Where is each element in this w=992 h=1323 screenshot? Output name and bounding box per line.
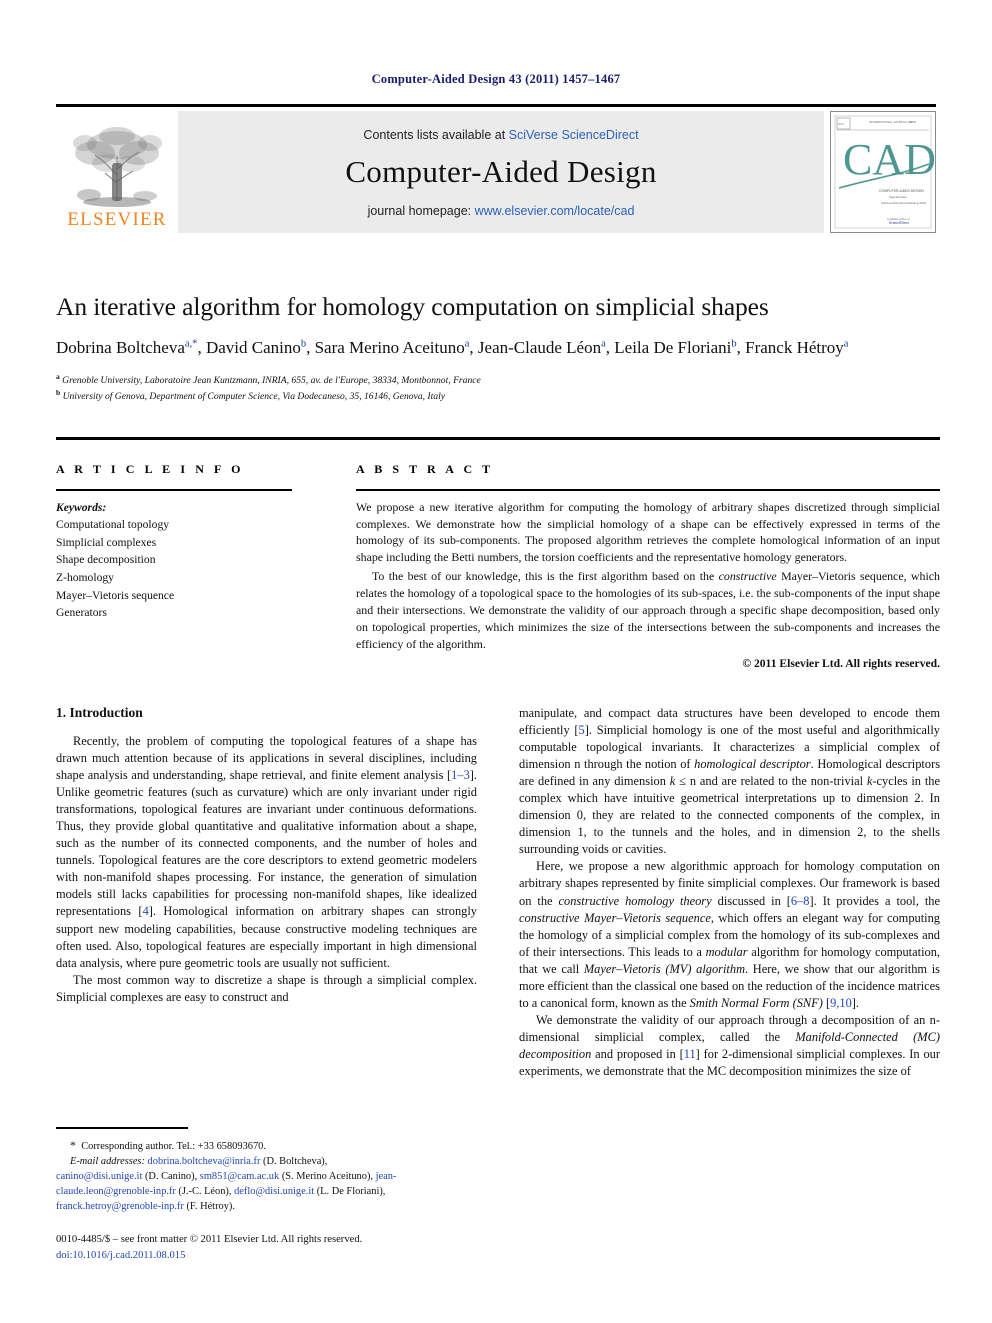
author-mark: a [843, 338, 849, 350]
info-abstract-area: A R T I C L E I N F O Keywords: Computat… [56, 452, 940, 672]
email-link[interactable]: canino@disi.unige.it [56, 1171, 142, 1182]
author-mark: a [464, 338, 470, 350]
abstract-rights: © 2011 Elsevier Ltd. All rights reserved… [742, 656, 940, 670]
abstract-column: A B S T R A C T We propose a new iterati… [302, 452, 940, 672]
email-link[interactable]: sm851@cam.ac.uk [200, 1171, 279, 1182]
author: Jean-Claude Léona [477, 338, 606, 358]
keyword-item: Simplicial complexes [56, 535, 157, 549]
author: David Caninob [205, 338, 307, 358]
author-mark: b [300, 338, 307, 350]
doi-prefix: doi: [56, 1249, 73, 1261]
citation-ref[interactable]: 9,10 [830, 996, 852, 1010]
abstract-paragraph: To the best of our knowledge, this is th… [356, 569, 940, 651]
citation-ref[interactable]: 6–8 [791, 894, 810, 908]
paragraph: Recently, the problem of computing the t… [56, 734, 477, 970]
author-mark: a,* [184, 338, 198, 350]
svg-text:Solid and Physical Modeling 20: Solid and Physical Modeling 2010 [881, 201, 926, 205]
paper-title: An iterative algorithm for homology comp… [56, 292, 769, 321]
author-mark: b [731, 338, 737, 350]
svg-text:COMPUTER-AIDED DESIGN: COMPUTER-AIDED DESIGN [879, 189, 924, 193]
author-list: Dobrina Boltchevaa,*, David Caninob, Sar… [56, 338, 849, 358]
elsevier-logo: ELSEVIER [56, 111, 178, 233]
title-block: An iterative algorithm for homology comp… [56, 292, 940, 404]
svg-text:ScienceDirect: ScienceDirect [889, 221, 909, 225]
author: Franck Hétroya [745, 338, 849, 358]
issn-copyright-line: 0010-4485/$ – see front matter © 2011 El… [56, 1234, 363, 1245]
homepage-prefix: journal homepage: [367, 204, 475, 218]
citation-ref[interactable]: 11 [684, 1047, 696, 1061]
svg-text:Special issue: Special issue [889, 195, 907, 199]
affiliation: b University of Genova, Department of Co… [56, 388, 445, 403]
keyword-item: Shape decomposition [56, 553, 156, 567]
paragraph: We demonstrate the validity of our appro… [519, 1012, 940, 1078]
body-columns: 1. Introduction Recently, the problem of… [56, 705, 940, 1080]
abstract-rule [356, 489, 940, 491]
author: Leila De Florianib [614, 338, 737, 358]
elsevier-tree-icon [73, 127, 162, 207]
affiliation-list: a Grenoble University, Laboratoire Jean … [56, 372, 940, 404]
footnote-separator-rule [56, 1127, 188, 1129]
email-addresses-continued: canino@disi.unige.it (D. Canino), sm851@… [56, 1171, 397, 1213]
sciencedirect-link[interactable]: SciVerse ScienceDirect [509, 128, 639, 142]
cad-cover-art: ELS INTERNATIONAL JOURNAL OF ISSN CAD CO… [831, 112, 935, 232]
svg-text:ELS: ELS [838, 122, 844, 126]
article-info-column: A R T I C L E I N F O Keywords: Computat… [56, 452, 302, 672]
masthead-center-band: Contents lists available at SciVerse Sci… [178, 111, 824, 233]
paragraph: manipulate, and compact data structures … [519, 706, 941, 857]
email-label: E-mail addresses: [70, 1155, 145, 1167]
elsevier-wordmark: ELSEVIER [67, 209, 167, 230]
running-head: Computer-Aided Design 43 (2011) 1457–146… [371, 72, 621, 86]
body-column-right: manipulate, and compact data structures … [519, 705, 940, 1080]
masthead-top-rule [56, 104, 936, 107]
abstract-paragraph: We propose a new iterative algorithm for… [356, 499, 940, 565]
body-column-left: 1. Introduction Recently, the problem of… [56, 705, 477, 1080]
doi-line: doi:10.1016/j.cad.2011.08.015 [56, 1248, 506, 1264]
citation-ref[interactable]: 1–3 [451, 768, 470, 782]
svg-text:CAD: CAD [843, 135, 935, 184]
keyword-item: Z-homology [56, 571, 114, 585]
journal-cover-thumbnail: ELS INTERNATIONAL JOURNAL OF ISSN CAD CO… [830, 111, 936, 233]
contents-lists-line: Contents lists available at SciVerse Sci… [363, 128, 638, 142]
keywords-label: Keywords: [56, 500, 107, 514]
article-info-heading: A R T I C L E I N F O [56, 462, 245, 476]
journal-homepage-link[interactable]: www.elsevier.com/locate/cad [475, 204, 635, 218]
keyword-item: Generators [56, 606, 107, 620]
keywords-list: Keywords: Computational topology Simplic… [56, 499, 292, 622]
footnote-area: * Corresponding author. Tel.: +33 658093… [56, 1127, 477, 1214]
author-mark: a [601, 338, 606, 350]
section-heading-introduction: 1. Introduction [56, 705, 143, 720]
imprint-block: 0010-4485/$ – see front matter © 2011 El… [56, 1232, 506, 1264]
info-separator-rule [56, 437, 940, 440]
abstract-heading: A B S T R A C T [356, 462, 494, 476]
keyword-item: Computational topology [56, 518, 170, 532]
footnote-text: * Corresponding author. Tel.: +33 658093… [56, 1137, 477, 1215]
journal-masthead: ELSEVIER Contents lists available at Sci… [56, 104, 936, 233]
contents-prefix: Contents lists available at [363, 128, 509, 142]
paragraph: The most common way to discretize a shap… [56, 972, 477, 1004]
journal-article-page: Computer-Aided Design 43 (2011) 1457–146… [0, 0, 992, 1323]
body-text-left: Recently, the problem of computing the t… [56, 733, 477, 1006]
author: Sara Merino Aceitunoa [314, 338, 470, 358]
svg-text:INTERNATIONAL JOURNAL OF: INTERNATIONAL JOURNAL OF [869, 120, 913, 124]
email-link[interactable]: franck.hetroy@grenoble-inp.fr [56, 1201, 184, 1212]
article-info-rule [56, 489, 292, 491]
doi-link[interactable]: 10.1016/j.cad.2011.08.015 [72, 1250, 185, 1261]
email-addresses-note: E-mail addresses: dobrina.boltcheva@inri… [70, 1155, 328, 1167]
affiliation: a Grenoble University, Laboratoire Jean … [56, 372, 481, 387]
email-link[interactable]: dobrina.boltcheva@inria.fr [148, 1156, 261, 1167]
journal-homepage-line: journal homepage: www.elsevier.com/locat… [368, 204, 635, 218]
corresponding-author-note: * Corresponding author. Tel.: +33 658093… [70, 1137, 266, 1152]
keyword-item: Mayer–Vietoris sequence [56, 588, 175, 602]
abstract-text: We propose a new iterative algorithm for… [356, 499, 940, 673]
email-link[interactable]: deflo@disi.unige.it [234, 1186, 314, 1197]
svg-text:ISSN: ISSN [909, 120, 916, 124]
journal-title: Computer-Aided Design [345, 154, 657, 189]
asterisk-icon: * [70, 1137, 76, 1152]
paragraph: Here, we propose a new algorithmic appro… [519, 859, 940, 1010]
body-text-right: manipulate, and compact data structures … [519, 705, 940, 1080]
author: Dobrina Boltchevaa,* [56, 338, 198, 358]
